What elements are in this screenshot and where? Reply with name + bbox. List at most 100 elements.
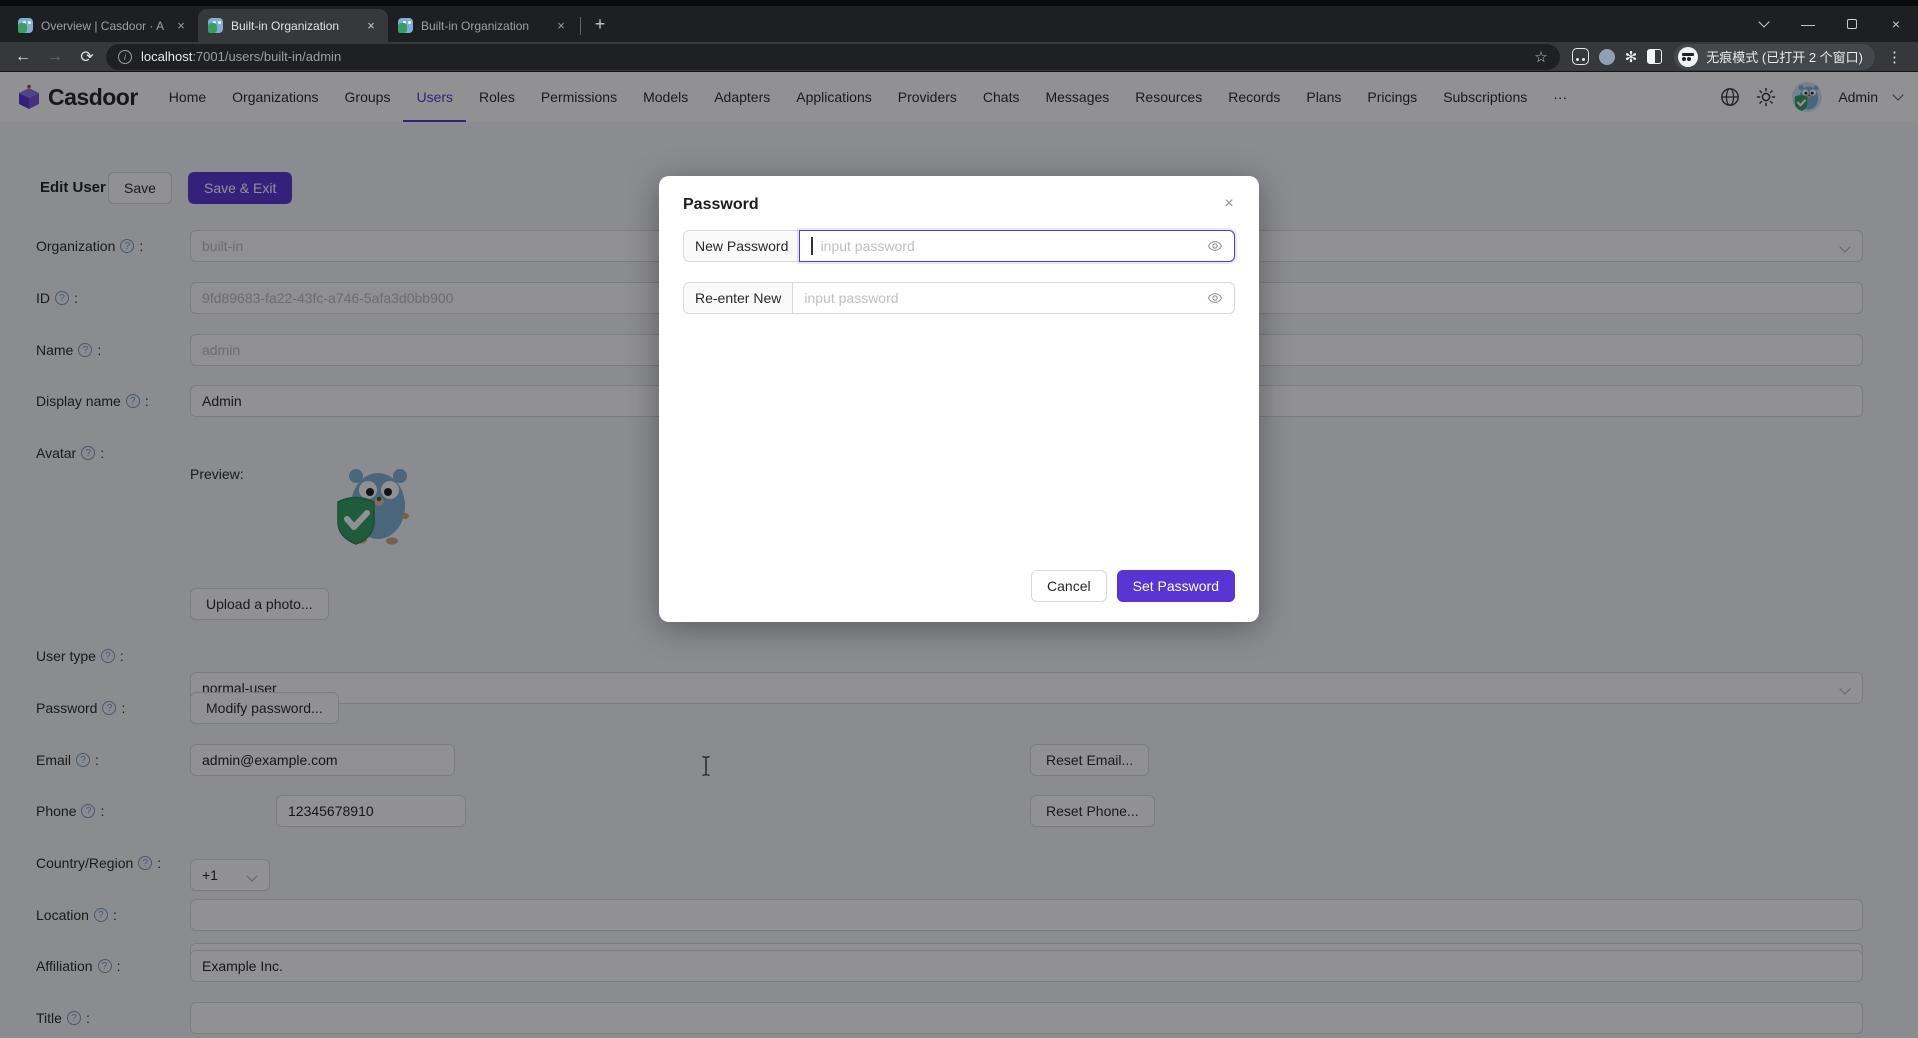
sidebar-icon[interactable] — [1647, 49, 1662, 64]
location-input[interactable] — [190, 899, 1863, 931]
help-icon: ? — [78, 343, 92, 357]
help-icon: ? — [126, 394, 140, 408]
save-button[interactable]: Save — [108, 172, 172, 204]
tab-overview[interactable]: Overview | Casdoor · An Open × — [8, 9, 198, 42]
browser-toolbar: ← → ⟳ i localhost:7001/users/built-in/ad… — [0, 42, 1918, 72]
user-avatar[interactable] — [1792, 82, 1822, 112]
restore-button[interactable] — [1830, 8, 1874, 40]
reenter-password-addon-label: Re-enter New — [683, 282, 792, 314]
new-password-input[interactable] — [821, 238, 1199, 254]
theme-sun-icon[interactable] — [1756, 87, 1776, 107]
reenter-password-field[interactable] — [792, 282, 1235, 314]
close-window-button[interactable]: × — [1874, 8, 1918, 40]
chevron-down-icon[interactable] — [1892, 89, 1903, 100]
language-globe-icon[interactable] — [1720, 87, 1740, 107]
title-input[interactable] — [190, 1002, 1863, 1034]
reset-email-button[interactable]: Reset Email... — [1030, 744, 1149, 776]
browser-menu-icon[interactable]: ⋮ — [1881, 48, 1908, 66]
phone-country-select[interactable]: +1 — [190, 859, 270, 891]
extension-icon[interactable] — [1572, 48, 1589, 65]
gopher-avatar-icon — [330, 460, 416, 546]
menu-item-roles[interactable]: Roles — [466, 72, 528, 122]
forward-icon[interactable]: → — [42, 44, 68, 70]
menu-overflow-icon[interactable]: ··· — [1540, 72, 1580, 122]
country-select[interactable]: Please select country/region — [190, 943, 1863, 975]
tab-search-icon[interactable] — [1742, 8, 1786, 40]
casdoor-logo[interactable]: Casdoor — [16, 84, 138, 111]
eye-icon[interactable] — [1207, 238, 1223, 254]
menu-item-users[interactable]: Users — [403, 72, 466, 122]
help-icon: ? — [55, 291, 69, 305]
eye-icon[interactable] — [1207, 290, 1223, 306]
menu-item-applications[interactable]: Applications — [783, 72, 885, 122]
menu-item-subscriptions[interactable]: Subscriptions — [1430, 72, 1540, 122]
help-icon: ? — [120, 239, 134, 253]
menu-item-chats[interactable]: Chats — [970, 72, 1033, 122]
reload-icon[interactable]: ⟳ — [74, 44, 100, 70]
modal-footer: Cancel Set Password — [1031, 570, 1235, 602]
password-modal: Password × New Password Re-enter New Can… — [659, 176, 1259, 622]
admin-menu-label[interactable]: Admin — [1838, 89, 1878, 105]
title-label: Title?: — [36, 1002, 90, 1034]
page-title: Edit User — [40, 172, 106, 204]
incognito-profile-chip[interactable]: 无痕模式 (已打开 2 个窗口) — [1674, 44, 1875, 70]
menu-item-providers[interactable]: Providers — [885, 72, 970, 122]
email-input[interactable] — [190, 744, 455, 776]
address-bar[interactable]: i localhost:7001/users/built-in/admin ☆ — [106, 44, 1560, 70]
minimize-button[interactable]: — — [1786, 8, 1830, 40]
phone-input[interactable] — [276, 795, 466, 827]
name-label: Name?: — [36, 334, 101, 366]
gopher-avatar-icon — [1792, 82, 1822, 112]
extensions-puzzle-icon[interactable]: ✻ — [1625, 48, 1638, 66]
reset-phone-button[interactable]: Reset Phone... — [1030, 795, 1155, 827]
modal-close-icon[interactable]: × — [1217, 192, 1241, 216]
menu-item-plans[interactable]: Plans — [1293, 72, 1354, 122]
new-password-field[interactable] — [799, 230, 1235, 262]
upload-photo-button[interactable]: Upload a photo... — [190, 588, 329, 620]
back-icon[interactable]: ← — [10, 44, 36, 70]
menu-item-home[interactable]: Home — [156, 72, 219, 122]
menu-item-permissions[interactable]: Permissions — [528, 72, 630, 122]
tab-built-in-org-2[interactable]: Built-in Organization × — [388, 9, 578, 42]
reenter-password-row: Re-enter New — [683, 282, 1235, 314]
site-info-icon[interactable]: i — [118, 50, 132, 64]
tab-close-icon[interactable]: × — [172, 17, 190, 35]
country-label: Country/Region?: — [36, 847, 161, 879]
url-text: localhost:7001/users/built-in/admin — [141, 49, 341, 64]
bookmark-star-icon[interactable]: ☆ — [1534, 48, 1547, 66]
menu-item-models[interactable]: Models — [630, 72, 701, 122]
main-menu: Home Organizations Groups Users Roles Pe… — [156, 72, 1580, 122]
text-caret — [811, 237, 812, 255]
modal-title: Password — [683, 196, 1235, 214]
tab-close-icon[interactable]: × — [552, 17, 570, 35]
menu-item-organizations[interactable]: Organizations — [219, 72, 331, 122]
password-label: Password?: — [36, 692, 125, 724]
help-icon: ? — [101, 649, 115, 663]
menu-item-pricings[interactable]: Pricings — [1354, 72, 1430, 122]
tab-built-in-org-1[interactable]: Built-in Organization × — [198, 9, 388, 42]
reenter-password-input[interactable] — [804, 290, 1199, 306]
browser-chrome: Overview | Casdoor · An Open × Built-in … — [0, 0, 1918, 72]
help-icon: ? — [102, 701, 116, 715]
incognito-label: 无痕模式 (已打开 2 个窗口) — [1706, 47, 1863, 66]
casdoor-cube-icon — [16, 84, 42, 110]
new-password-row: New Password — [683, 230, 1235, 262]
menu-item-groups[interactable]: Groups — [332, 72, 404, 122]
new-tab-button[interactable]: + — [587, 12, 613, 38]
set-password-button[interactable]: Set Password — [1117, 570, 1235, 602]
menu-item-resources[interactable]: Resources — [1122, 72, 1215, 122]
tab-close-icon[interactable]: × — [362, 17, 380, 35]
menu-item-adapters[interactable]: Adapters — [701, 72, 783, 122]
menu-item-records[interactable]: Records — [1215, 72, 1293, 122]
app-navbar: Casdoor Home Organizations Groups Users … — [0, 72, 1918, 122]
affiliation-input[interactable] — [190, 950, 1863, 982]
modify-password-button[interactable]: Modify password... — [190, 692, 339, 724]
extension-icon[interactable] — [1599, 49, 1615, 65]
help-icon: ? — [94, 908, 108, 922]
avatar-preview-label: Preview: — [190, 466, 244, 482]
user-type-select[interactable]: normal-user — [190, 672, 1863, 704]
cancel-button[interactable]: Cancel — [1031, 570, 1107, 602]
menu-item-messages[interactable]: Messages — [1032, 72, 1122, 122]
save-exit-button[interactable]: Save & Exit — [188, 172, 292, 204]
display-name-label: Display name?: — [36, 385, 149, 417]
